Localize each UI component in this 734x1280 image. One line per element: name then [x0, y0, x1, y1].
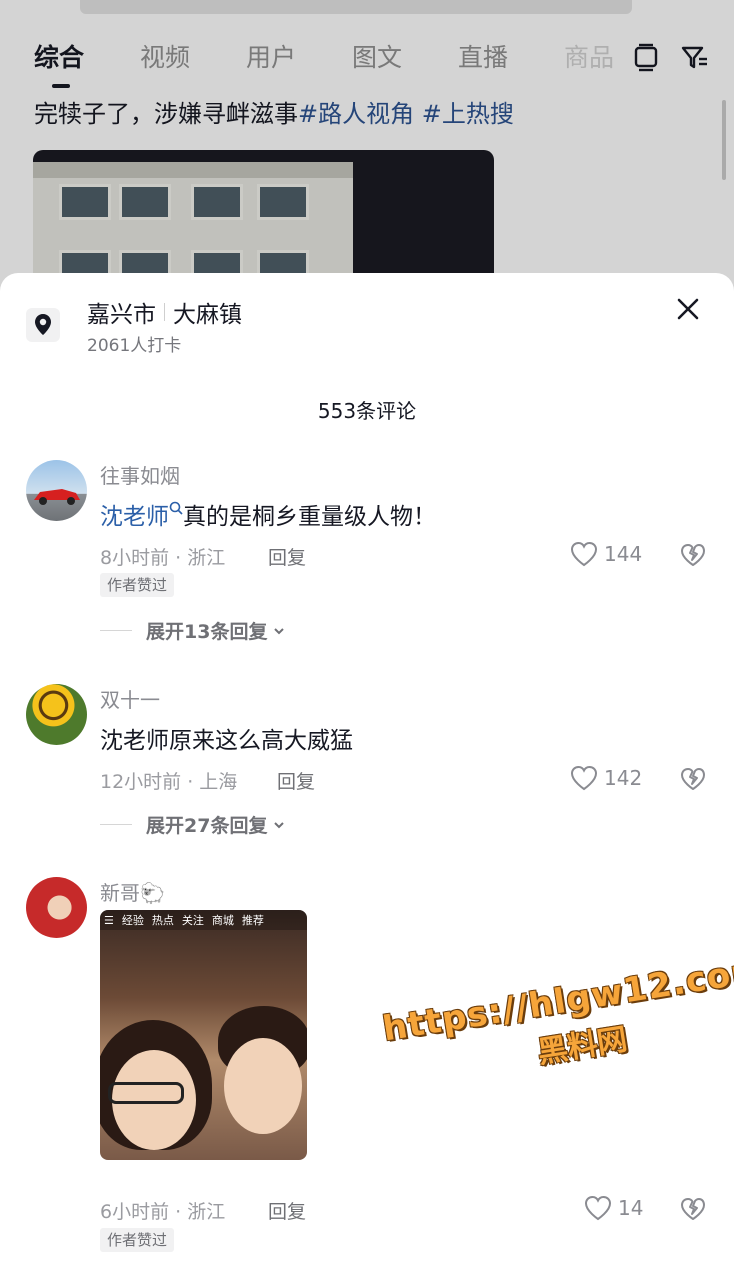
- dislike-icon[interactable]: [680, 767, 706, 791]
- image-tab-label: 关注: [181, 914, 204, 927]
- expand-replies-label: 展开13条回复: [146, 621, 268, 643]
- like-count: 14: [618, 1196, 644, 1220]
- heart-icon: [570, 541, 598, 567]
- comment-username[interactable]: 双十一: [100, 684, 160, 713]
- comment-count-title: 553条评论: [317, 399, 417, 423]
- chevron-down-icon: [274, 627, 285, 634]
- comment-meta: 6小时前 · 浙江: [100, 1201, 226, 1223]
- checkin-count: 2061人打卡: [87, 336, 182, 356]
- mention-link[interactable]: 沈老师: [100, 504, 169, 530]
- comment-meta: 8小时前 · 浙江: [100, 547, 226, 569]
- glasses: [108, 1082, 184, 1104]
- like-count: 144: [604, 542, 643, 566]
- image-tab-label: 热点: [151, 914, 174, 927]
- dislike-icon[interactable]: [680, 543, 706, 567]
- comment-username[interactable]: 新哥🐑: [100, 877, 165, 906]
- reply-button[interactable]: 回复: [268, 543, 306, 570]
- comment-meta: 12小时前 · 上海: [100, 771, 238, 793]
- reply-button[interactable]: 回复: [277, 767, 315, 794]
- divider: [164, 303, 165, 321]
- comment-sheet: 嘉兴市 大麻镇 2061人打卡 553条评论 往事如烟 沈老师 真的是桐乡重量级人…: [0, 273, 734, 1280]
- comment-image[interactable]: ☰ 经验 热点 关注 商城 推荐: [100, 910, 307, 1160]
- comment-text: 沈老师原来这么高大威猛: [100, 728, 353, 754]
- reply-button[interactable]: 回复: [268, 1197, 306, 1224]
- menu-icon: ☰: [104, 913, 114, 927]
- divider: [100, 630, 132, 631]
- like-button[interactable]: 144: [570, 541, 642, 567]
- watermark: https://hlgw12.com 黑料网: [380, 949, 734, 1095]
- comment-username[interactable]: 往事如烟: [100, 460, 180, 489]
- author-liked-badge: 作者赞过: [100, 1228, 175, 1252]
- avatar[interactable]: [26, 684, 87, 745]
- heart-icon: [570, 765, 598, 791]
- chevron-down-icon: [274, 821, 285, 828]
- location-pin-icon: [26, 308, 60, 342]
- image-tab-label: 推荐: [241, 914, 264, 927]
- dislike-icon[interactable]: [680, 1197, 706, 1221]
- like-button[interactable]: 14: [584, 1195, 643, 1221]
- search-icon[interactable]: [169, 501, 183, 515]
- comment-text: 沈老师 真的是桐乡重量级人物！: [100, 497, 436, 531]
- divider: [100, 824, 132, 825]
- author-liked-badge: 作者赞过: [100, 573, 175, 597]
- image-tab-label: 经验: [121, 914, 144, 927]
- red-car-icon: [34, 489, 80, 505]
- like-count: 142: [604, 766, 643, 790]
- expand-replies-label: 展开27条回复: [146, 815, 268, 837]
- like-button[interactable]: 142: [570, 765, 642, 791]
- avatar[interactable]: [26, 460, 87, 521]
- heart-icon: [584, 1195, 612, 1221]
- image-tab-label: 商城: [211, 914, 234, 927]
- location-city: 嘉兴市: [87, 302, 156, 328]
- location-title[interactable]: 嘉兴市 大麻镇: [87, 295, 242, 329]
- expand-replies-button[interactable]: 展开27条回复: [100, 811, 285, 838]
- expand-replies-button[interactable]: 展开13条回复: [100, 617, 285, 644]
- person-face: [224, 1038, 302, 1134]
- location-town: 大麻镇: [173, 302, 242, 328]
- image-top-tabs: ☰ 经验 热点 关注 商城 推荐: [100, 910, 307, 930]
- close-icon[interactable]: [672, 293, 704, 325]
- avatar[interactable]: [26, 877, 87, 938]
